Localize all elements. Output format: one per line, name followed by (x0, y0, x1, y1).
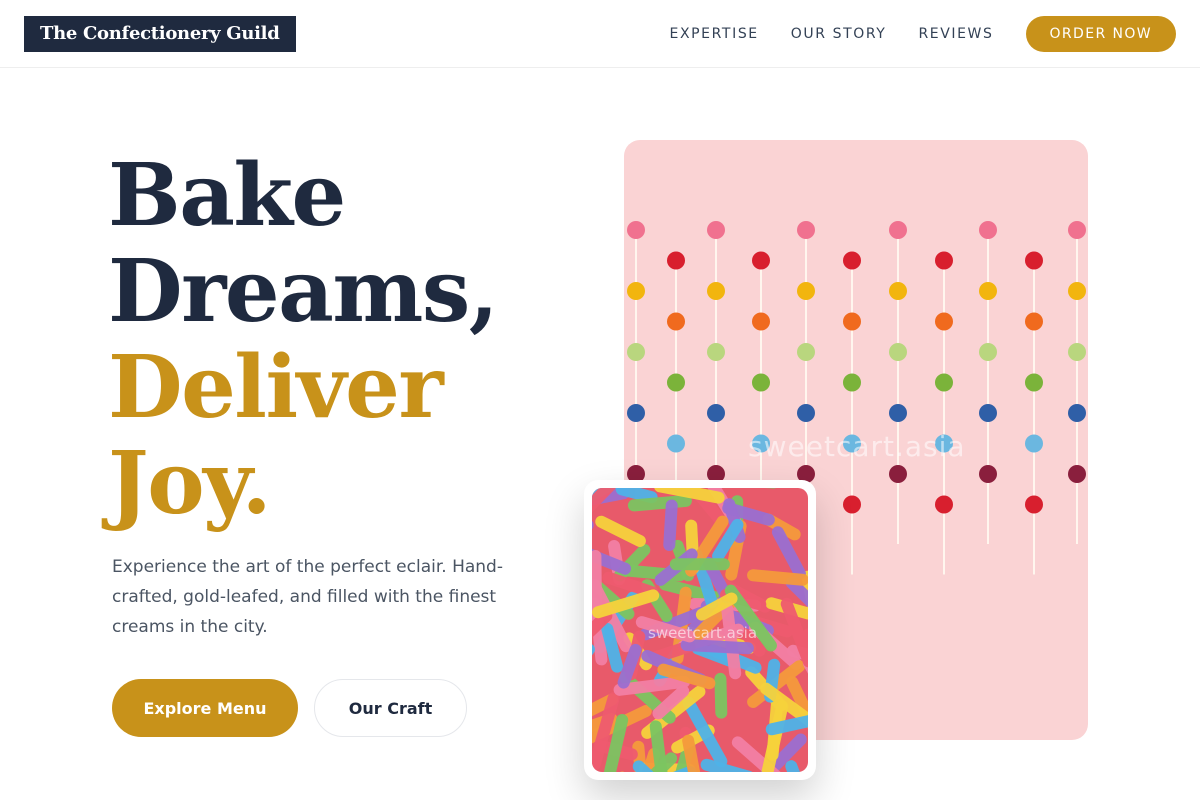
lollipop-watermark: sweetcart.asia (748, 430, 966, 463)
gummy-watermark: sweetcart.asia (648, 624, 758, 642)
headline-line-deliver: Deliver (108, 337, 444, 438)
nav-link-our-story[interactable]: OUR STORY (791, 26, 887, 42)
headline-line-dreams: Dreams, (108, 241, 499, 342)
nav-link-expertise[interactable]: EXPERTISE (670, 26, 759, 42)
headline-line-joy: Joy. (108, 433, 272, 534)
order-now-button[interactable]: ORDER NOW (1025, 16, 1176, 52)
site-logo[interactable]: The Confectionery Guild (24, 16, 296, 52)
nav-link-reviews[interactable]: REVIEWS (918, 26, 993, 42)
headline-line-bake: Bake (108, 145, 346, 246)
gummy-image-card: sweetcart.asia (584, 480, 816, 780)
main-nav: EXPERTISE OUR STORY REVIEWS ORDER NOW (670, 16, 1176, 52)
explore-menu-button[interactable]: Explore Menu (112, 679, 298, 737)
hero-description: Experience the art of the perfect eclair… (112, 557, 503, 637)
our-craft-button[interactable]: Our Craft (314, 679, 467, 737)
hero-headline: Bake Dreams, Deliver Joy. (108, 145, 499, 534)
site-header: The Confectionery Guild EXPERTISE OUR ST… (0, 0, 1200, 68)
gummy-image: sweetcart.asia (592, 488, 808, 772)
